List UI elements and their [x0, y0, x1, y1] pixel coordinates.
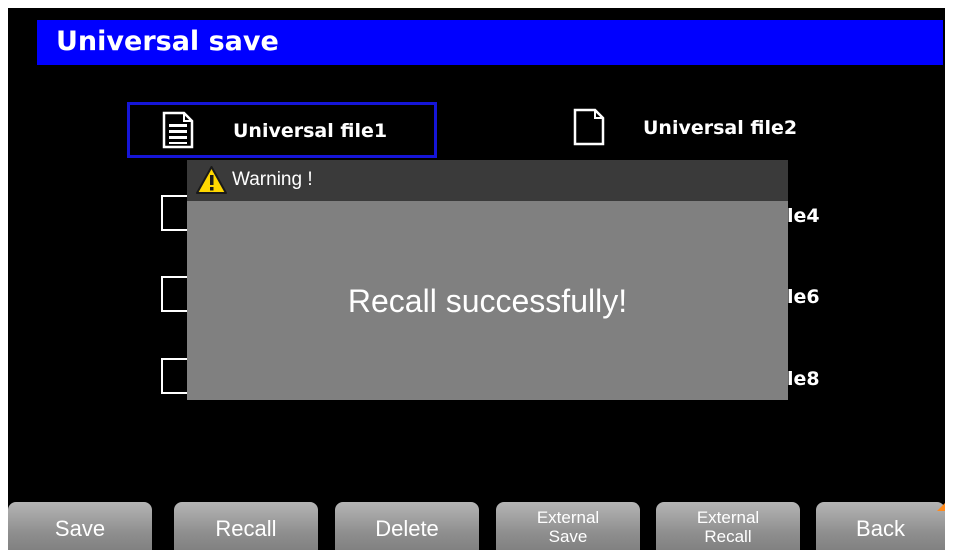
delete-button[interactable]: Delete	[335, 502, 479, 550]
external-recall-label-line2: Recall	[704, 527, 752, 546]
file-slot-2[interactable]: Universal file2	[569, 102, 899, 158]
delete-button-label: Delete	[375, 516, 439, 541]
warning-dialog: Warning ! Recall successfully!	[187, 160, 788, 400]
corner-indicator-icon	[937, 503, 945, 511]
file-slot-1[interactable]: Universal file1	[127, 102, 437, 158]
warning-triangle-icon	[196, 166, 227, 194]
file-label-fragment-4: le4	[787, 205, 820, 227]
back-button[interactable]: Back	[816, 502, 945, 550]
title-bar: Universal save	[37, 20, 943, 65]
external-save-button[interactable]: External Save	[496, 502, 640, 550]
recall-button-label: Recall	[215, 516, 277, 541]
external-recall-label-line1: External	[696, 508, 760, 527]
save-button-label: Save	[54, 516, 106, 541]
file-label-fragment-6: le6	[787, 286, 820, 308]
instrument-screen: Universal save Universal file1 Universal…	[8, 8, 945, 550]
external-recall-button[interactable]: External Recall	[656, 502, 800, 550]
external-save-label-line2: Save	[548, 527, 588, 546]
file-label-fragment-8: le8	[787, 368, 820, 390]
recall-button[interactable]: Recall	[174, 502, 318, 550]
blank-document-icon	[573, 108, 605, 146]
external-save-label-line1: External	[536, 508, 600, 527]
dialog-header: Warning !	[187, 160, 788, 201]
file-label: Universal file2	[643, 117, 798, 139]
page-title: Universal save	[56, 26, 279, 57]
back-button-label: Back	[856, 516, 905, 541]
file-label: Universal file1	[233, 120, 388, 142]
save-button[interactable]: Save	[8, 502, 152, 550]
dialog-title: Warning !	[232, 169, 313, 190]
dialog-message: Recall successfully!	[347, 283, 628, 319]
document-with-lines-icon	[162, 111, 194, 149]
